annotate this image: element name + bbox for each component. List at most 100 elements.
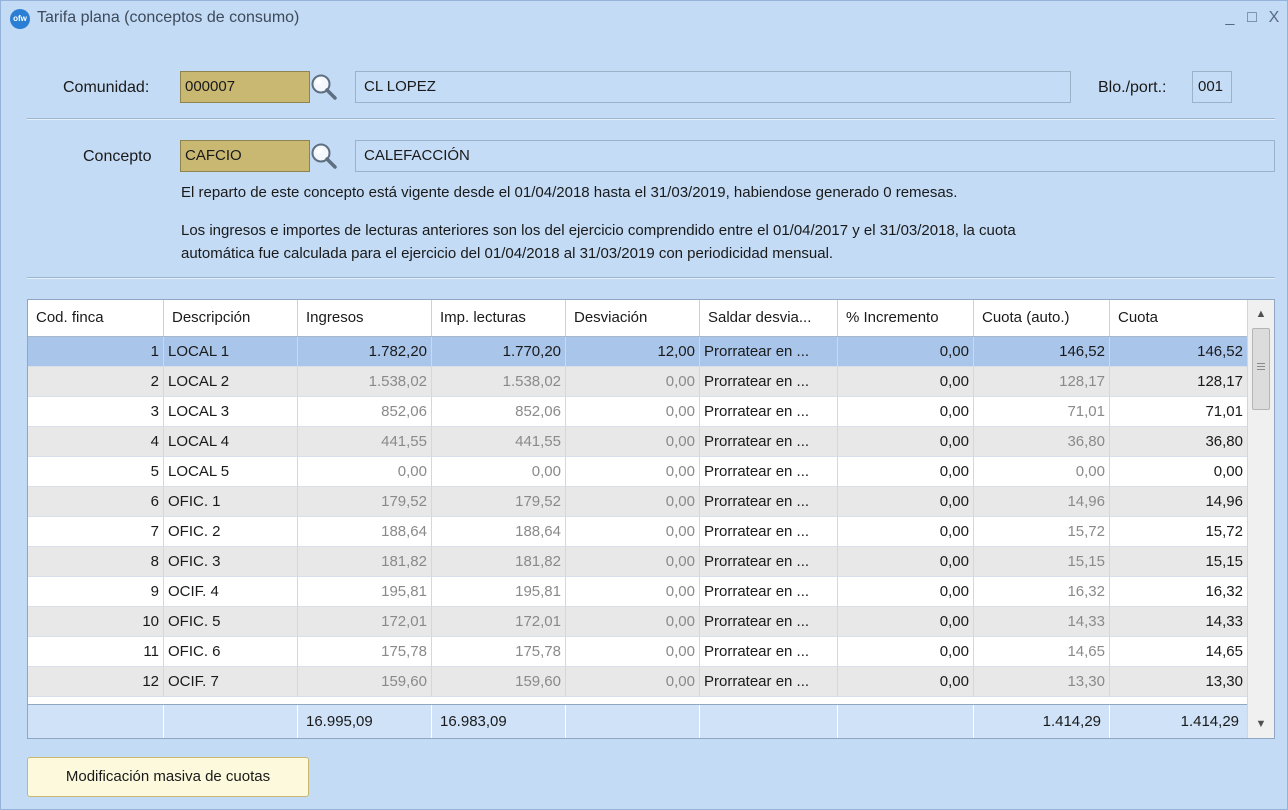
cell-imp[interactable]: 195,81 <box>432 577 566 607</box>
cell-cod[interactable]: 10 <box>28 607 164 637</box>
cell-inc[interactable]: 0,00 <box>838 397 974 427</box>
cell-ing[interactable]: 181,82 <box>298 547 432 577</box>
cell-cod[interactable]: 8 <box>28 547 164 577</box>
cell-desc[interactable]: LOCAL 5 <box>164 457 298 487</box>
cell-ing[interactable]: 179,52 <box>298 487 432 517</box>
concepto-code-field[interactable]: CAFCIO <box>180 140 310 172</box>
bloque-field[interactable]: 001 <box>1192 71 1232 103</box>
cell-ing[interactable]: 159,60 <box>298 667 432 697</box>
cell-inc[interactable]: 0,00 <box>838 337 974 367</box>
cell-desv[interactable]: 0,00 <box>566 667 700 697</box>
cell-cod[interactable]: 2 <box>28 367 164 397</box>
cell-desc[interactable]: OFIC. 2 <box>164 517 298 547</box>
cell-ing[interactable]: 0,00 <box>298 457 432 487</box>
scroll-down-arrow-icon[interactable]: ▼ <box>1248 714 1274 734</box>
cell-ing[interactable]: 195,81 <box>298 577 432 607</box>
cell-auto[interactable]: 15,15 <box>974 547 1110 577</box>
cell-saldar[interactable]: Prorratear en ... <box>700 667 838 697</box>
cell-imp[interactable]: 1.770,20 <box>432 337 566 367</box>
cell-ing[interactable]: 441,55 <box>298 427 432 457</box>
cell-auto[interactable]: 71,01 <box>974 397 1110 427</box>
cell-desc[interactable]: LOCAL 2 <box>164 367 298 397</box>
cell-desv[interactable]: 0,00 <box>566 427 700 457</box>
table-row[interactable]: 11 OFIC. 6 175,78 175,78 0,00 Prorratear en .… <box>28 637 1248 667</box>
table-row[interactable]: 2 LOCAL 2 1.538,02 1.538,02 0,00 Prorratear e… <box>28 367 1248 397</box>
cell-cuota[interactable]: 16,32 <box>1110 577 1248 607</box>
cell-saldar[interactable]: Prorratear en ... <box>700 637 838 667</box>
table-row[interactable]: 4 LOCAL 4 441,55 441,55 0,00 Prorratear en ..… <box>28 427 1248 457</box>
cell-saldar[interactable]: Prorratear en ... <box>700 397 838 427</box>
cell-cuota[interactable]: 14,96 <box>1110 487 1248 517</box>
cell-inc[interactable]: 0,00 <box>838 427 974 457</box>
column-header[interactable]: Saldar desvia... <box>700 300 838 336</box>
cell-saldar[interactable]: Prorratear en ... <box>700 547 838 577</box>
concepto-search-icon[interactable] <box>310 142 338 170</box>
column-header[interactable]: Ingresos <box>298 300 432 336</box>
cell-cod[interactable]: 3 <box>28 397 164 427</box>
cell-saldar[interactable]: Prorratear en ... <box>700 427 838 457</box>
cell-desv[interactable]: 0,00 <box>566 547 700 577</box>
cell-inc[interactable]: 0,00 <box>838 607 974 637</box>
cell-imp[interactable]: 441,55 <box>432 427 566 457</box>
cell-cod[interactable]: 5 <box>28 457 164 487</box>
cell-ing[interactable]: 175,78 <box>298 637 432 667</box>
column-header[interactable]: Desviación <box>566 300 700 336</box>
cuotas-grid[interactable]: Cod. finca Descripción Ingresos Imp. lectur… <box>27 299 1275 739</box>
cell-inc[interactable]: 0,00 <box>838 577 974 607</box>
cell-saldar[interactable]: Prorratear en ... <box>700 487 838 517</box>
maximize-button[interactable]: □ <box>1241 6 1263 30</box>
minimize-button[interactable]: _ <box>1219 6 1241 30</box>
comunidad-search-icon[interactable] <box>310 73 338 101</box>
cell-inc[interactable]: 0,00 <box>838 457 974 487</box>
cell-cuota[interactable]: 146,52 <box>1110 337 1248 367</box>
cell-inc[interactable]: 0,00 <box>838 367 974 397</box>
cell-inc[interactable]: 0,00 <box>838 487 974 517</box>
grid-vertical-scrollbar[interactable]: ▲ ▼ <box>1247 300 1274 738</box>
column-header[interactable]: Imp. lecturas <box>432 300 566 336</box>
cell-imp[interactable]: 0,00 <box>432 457 566 487</box>
cell-ing[interactable]: 188,64 <box>298 517 432 547</box>
title-bar[interactable]: ofw Tarifa plana (conceptos de consumo) … <box>1 1 1287 35</box>
cell-auto[interactable]: 14,33 <box>974 607 1110 637</box>
cell-desv[interactable]: 0,00 <box>566 457 700 487</box>
cell-cod[interactable]: 11 <box>28 637 164 667</box>
cell-imp[interactable]: 175,78 <box>432 637 566 667</box>
scroll-up-arrow-icon[interactable]: ▲ <box>1248 304 1274 324</box>
table-row[interactable]: 10 OFIC. 5 172,01 172,01 0,00 Prorratear en .… <box>28 607 1248 637</box>
cell-desc[interactable]: LOCAL 3 <box>164 397 298 427</box>
cell-desv[interactable]: 0,00 <box>566 517 700 547</box>
cell-desc[interactable]: LOCAL 1 <box>164 337 298 367</box>
table-row[interactable]: 7 OFIC. 2 188,64 188,64 0,00 Prorratear en ..… <box>28 517 1248 547</box>
cell-cuota[interactable]: 15,15 <box>1110 547 1248 577</box>
cell-desv[interactable]: 0,00 <box>566 607 700 637</box>
close-button[interactable]: X <box>1263 6 1285 30</box>
cell-desv[interactable]: 12,00 <box>566 337 700 367</box>
cell-inc[interactable]: 0,00 <box>838 517 974 547</box>
table-row[interactable]: 3 LOCAL 3 852,06 852,06 0,00 Prorratear en ..… <box>28 397 1248 427</box>
modificacion-masiva-button[interactable]: Modificación masiva de cuotas <box>27 757 309 797</box>
scroll-thumb[interactable] <box>1252 328 1270 410</box>
column-header[interactable]: Descripción <box>164 300 298 336</box>
table-row[interactable]: 9 OCIF. 4 195,81 195,81 0,00 Prorratear en ..… <box>28 577 1248 607</box>
cell-desv[interactable]: 0,00 <box>566 637 700 667</box>
cell-saldar[interactable]: Prorratear en ... <box>700 367 838 397</box>
cell-desc[interactable]: OCIF. 4 <box>164 577 298 607</box>
cell-imp[interactable]: 159,60 <box>432 667 566 697</box>
column-header[interactable]: Cuota <box>1110 300 1248 336</box>
cell-imp[interactable]: 181,82 <box>432 547 566 577</box>
column-header[interactable]: Cod. finca <box>28 300 164 336</box>
cell-desc[interactable]: OFIC. 1 <box>164 487 298 517</box>
cell-auto[interactable]: 13,30 <box>974 667 1110 697</box>
cell-imp[interactable]: 172,01 <box>432 607 566 637</box>
column-header[interactable]: Cuota (auto.) <box>974 300 1110 336</box>
cell-auto[interactable]: 146,52 <box>974 337 1110 367</box>
cell-cuota[interactable]: 128,17 <box>1110 367 1248 397</box>
cell-ing[interactable]: 1.538,02 <box>298 367 432 397</box>
cell-cod[interactable]: 6 <box>28 487 164 517</box>
cell-desv[interactable]: 0,00 <box>566 367 700 397</box>
cell-desv[interactable]: 0,00 <box>566 397 700 427</box>
cell-imp[interactable]: 852,06 <box>432 397 566 427</box>
comunidad-code-field[interactable]: 000007 <box>180 71 310 103</box>
cell-cuota[interactable]: 14,33 <box>1110 607 1248 637</box>
cell-cuota[interactable]: 71,01 <box>1110 397 1248 427</box>
